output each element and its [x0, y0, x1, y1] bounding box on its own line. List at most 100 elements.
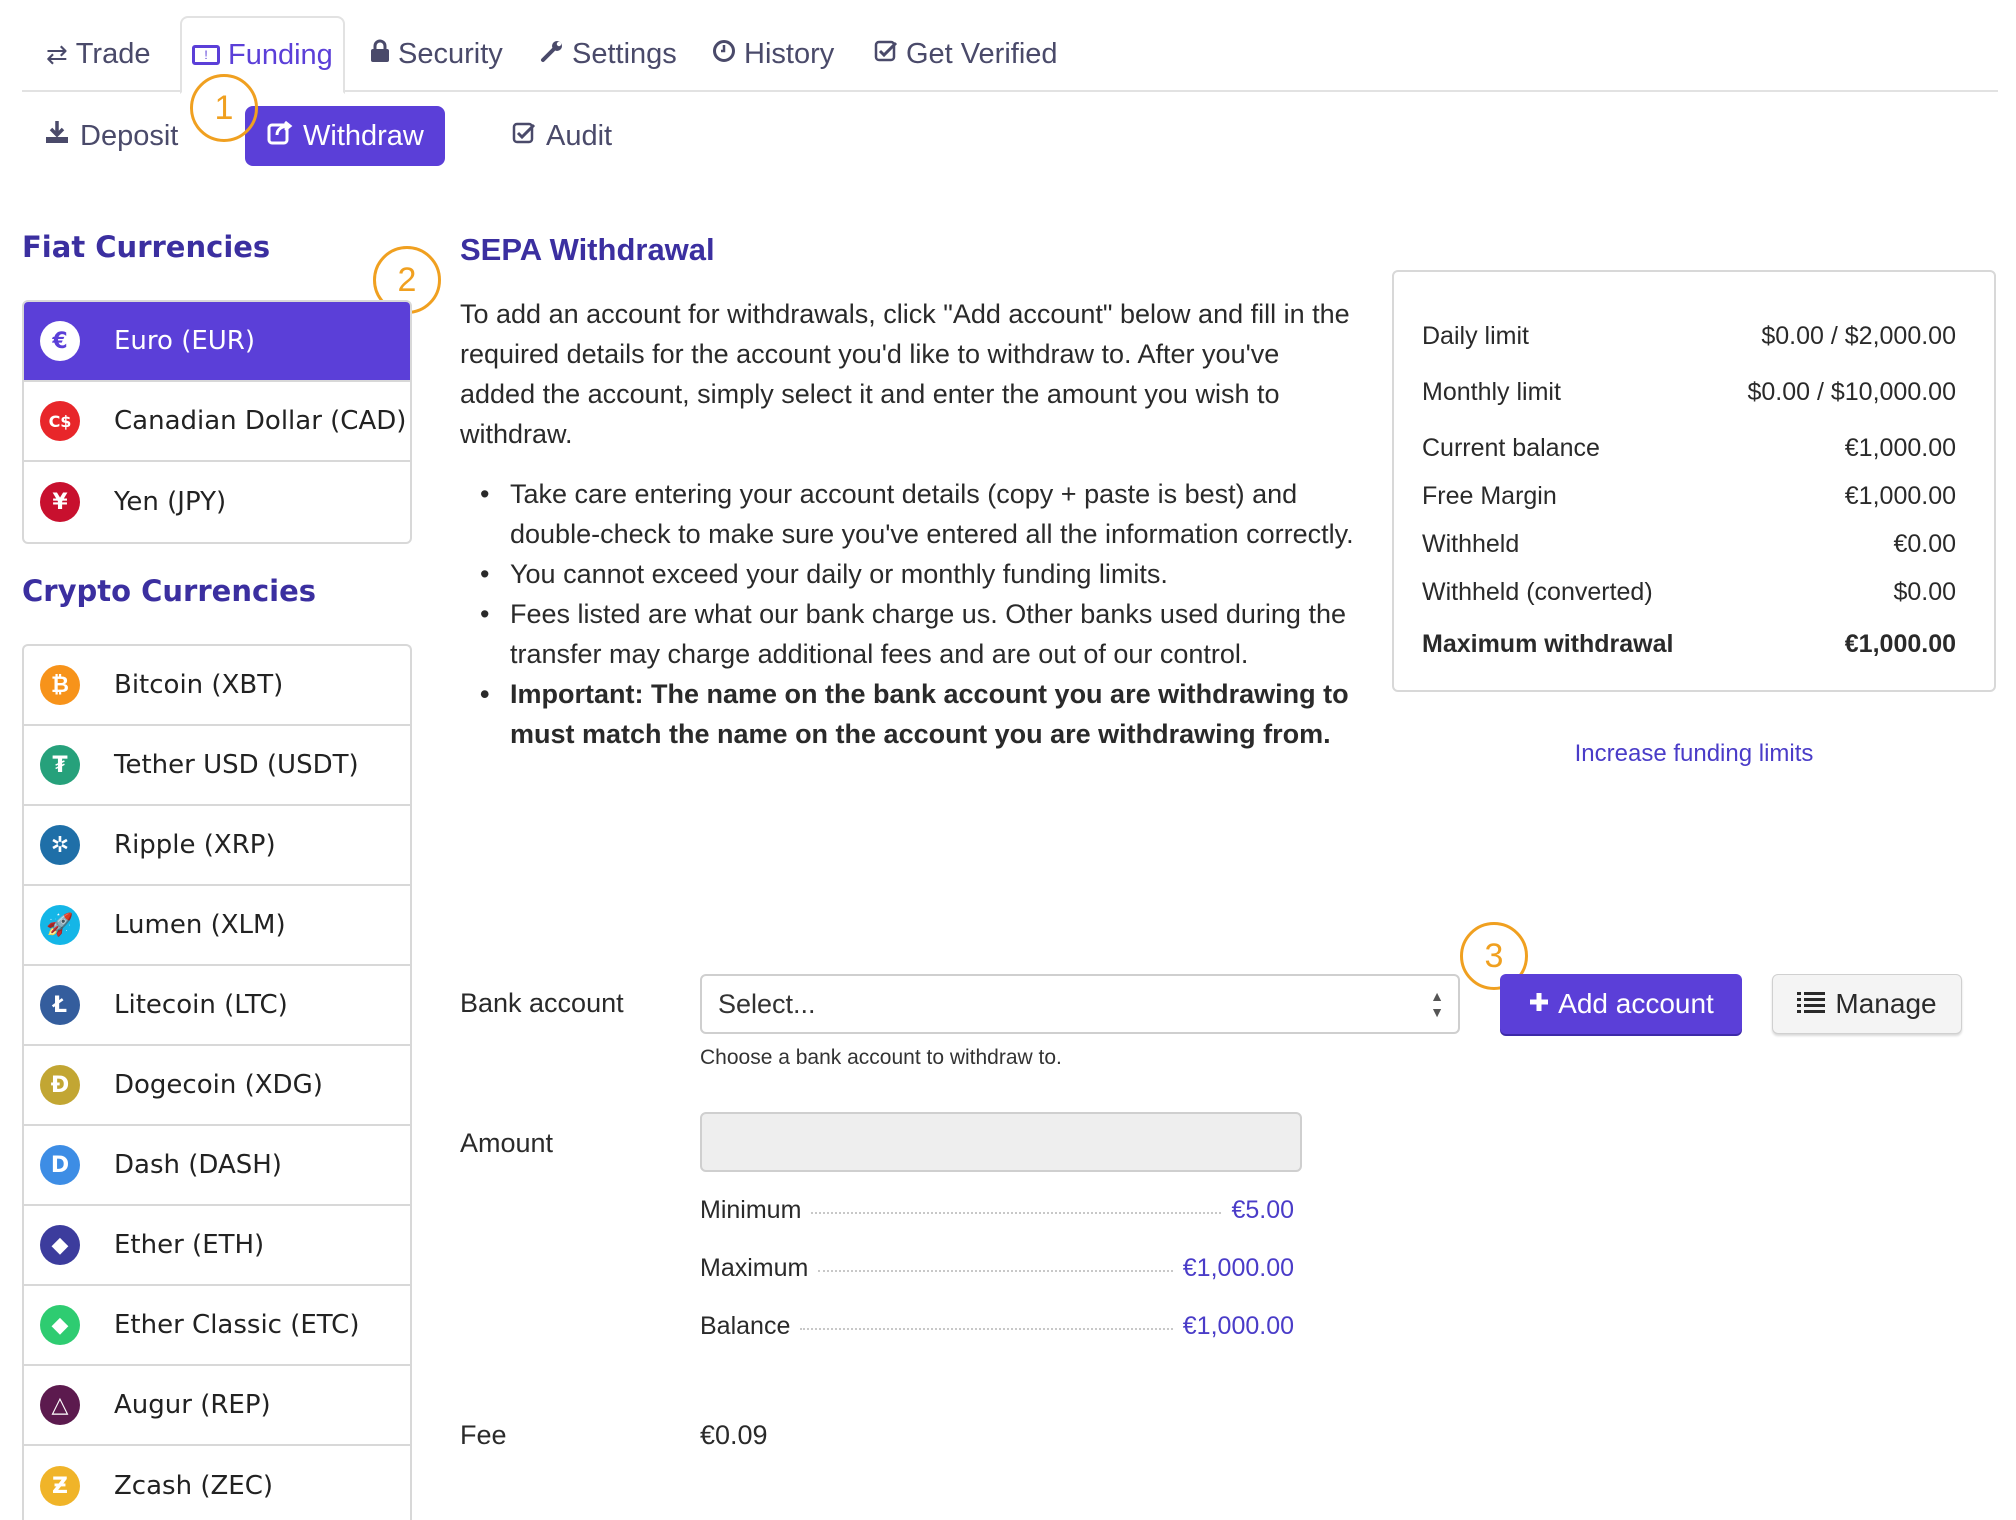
tab-label: Get Verified: [906, 37, 1058, 70]
currency-item[interactable]: ₿ Bitcoin (XBT): [24, 646, 410, 726]
amount-input[interactable]: [700, 1112, 1302, 1172]
currency-label: Bitcoin (XBT): [114, 670, 284, 700]
currency-label: Tether USD (USDT): [114, 750, 359, 780]
tab-trade[interactable]: ⇄ Trade: [36, 16, 160, 92]
download-icon: [44, 119, 70, 153]
currency-item[interactable]: Ð Dogecoin (XDG): [24, 1046, 410, 1126]
bank-account-help: Choose a bank account to withdraw to.: [700, 1046, 1062, 1069]
currency-item[interactable]: D Dash (DASH): [24, 1126, 410, 1206]
limit-label: Withheld: [1422, 529, 1520, 558]
increase-funding-limits-link[interactable]: Increase funding limits: [1392, 740, 1996, 768]
add-account-label: Add account: [1558, 988, 1714, 1019]
zcash-icon: Ƶ: [40, 1466, 80, 1506]
yen-icon: ¥: [40, 482, 80, 522]
limit-label: Daily limit: [1422, 321, 1529, 350]
important-notice: Important: The name on the bank account …: [480, 674, 1360, 754]
currency-item[interactable]: ¥ Yen (JPY): [24, 462, 410, 542]
limit-label: Maximum withdrawal: [1422, 629, 1674, 658]
tab-security[interactable]: Security: [360, 16, 513, 92]
stat-minimum: Minimum €5.00: [700, 1196, 1294, 1225]
instruction-item: Fees listed are what our bank charge us.…: [480, 594, 1360, 674]
stat-label: Minimum: [700, 1196, 802, 1224]
currency-item[interactable]: ◆ Ether (ETH): [24, 1206, 410, 1286]
currency-item[interactable]: Ł Litecoin (LTC): [24, 966, 410, 1046]
stat-maximum: Maximum €1,000.00: [700, 1254, 1294, 1283]
stat-label: Balance: [700, 1312, 791, 1340]
currency-item[interactable]: ◆ Ether Classic (ETC): [24, 1286, 410, 1366]
retweet-icon: ⇄: [46, 38, 68, 69]
augur-icon: △: [40, 1385, 80, 1425]
currency-label: Zcash (ZEC): [114, 1471, 274, 1501]
currency-item[interactable]: △ Augur (REP): [24, 1366, 410, 1446]
subtab-label: Deposit: [80, 119, 179, 152]
currency-item[interactable]: ✲ Ripple (XRP): [24, 806, 410, 886]
ethereum-classic-icon: ◆: [40, 1305, 80, 1345]
wrench-icon: [540, 39, 564, 70]
currency-item[interactable]: C$ Canadian Dollar (CAD): [24, 382, 410, 462]
crypto-currency-list: ₿ Bitcoin (XBT) ₮ Tether USD (USDT) ✲ Ripple …: [22, 644, 412, 1520]
currency-item[interactable]: Ƶ Zcash (ZEC): [24, 1446, 410, 1520]
limit-label: Monthly limit: [1422, 377, 1561, 406]
tab-settings[interactable]: Settings: [530, 16, 687, 92]
currency-label: Litecoin (LTC): [114, 990, 288, 1020]
bank-account-select[interactable]: Select... ▲ ▼: [700, 974, 1460, 1034]
currency-item[interactable]: € Euro (EUR): [24, 302, 410, 382]
limit-row-monthly: Monthly limit $0.00 / $10,000.00: [1422, 368, 1956, 416]
limit-row-withheld-converted: Withheld (converted) $0.00: [1422, 568, 1956, 616]
currency-label: Canadian Dollar (CAD): [114, 406, 407, 436]
lock-icon: [370, 39, 390, 70]
bank-account-label: Bank account: [460, 988, 624, 1018]
limit-row-withheld: Withheld €0.00: [1422, 520, 1956, 568]
top-nav: ⇄ Trade ! Funding Security Settings Hist…: [22, 16, 1998, 94]
add-account-button[interactable]: Add account: [1500, 974, 1742, 1034]
clock-icon: [712, 39, 736, 70]
share-icon: [267, 119, 293, 153]
annotation-marker-1: 1: [190, 74, 258, 142]
manage-button[interactable]: Manage: [1772, 974, 1962, 1034]
limit-value: €1,000.00: [1844, 481, 1956, 510]
tab-label: Security: [398, 37, 503, 70]
stat-value: €1,000.00: [1182, 1254, 1294, 1282]
fiat-currencies-heading: Fiat Currencies: [22, 230, 271, 264]
limit-row-maximum-withdrawal: Maximum withdrawal €1,000.00: [1422, 620, 1956, 668]
currency-label: Yen (JPY): [114, 487, 227, 517]
currency-label: Dogecoin (XDG): [114, 1070, 323, 1100]
tab-label: Trade: [75, 37, 151, 70]
subtab-withdraw[interactable]: Withdraw: [245, 106, 445, 166]
currency-label: Dash (DASH): [114, 1150, 282, 1180]
currency-label: Ether Classic (ETC): [114, 1310, 360, 1340]
stat-balance: Balance €1,000.00: [700, 1312, 1294, 1341]
instructions-list: Take care entering your account details …: [480, 474, 1360, 754]
select-value: Select...: [718, 988, 816, 1019]
tether-icon: ₮: [40, 745, 80, 785]
cad-icon: C$: [40, 401, 80, 441]
currency-label: Ripple (XRP): [114, 830, 276, 860]
subtab-audit[interactable]: Audit: [490, 106, 634, 166]
select-arrows-icon: ▲ ▼: [1430, 988, 1444, 1020]
limit-label: Current balance: [1422, 433, 1600, 462]
currency-label: Ether (ETH): [114, 1230, 265, 1260]
amount-label: Amount: [460, 1128, 554, 1158]
currency-item[interactable]: 🚀 Lumen (XLM): [24, 886, 410, 966]
tab-get-verified[interactable]: Get Verified: [864, 16, 1068, 92]
limit-label: Withheld (converted): [1422, 577, 1653, 606]
subtab-label: Withdraw: [303, 119, 424, 152]
fee-value: €0.09: [700, 1420, 768, 1450]
fee-label: Fee: [460, 1420, 507, 1450]
euro-icon: €: [40, 321, 80, 361]
limit-value: $0.00 / $2,000.00: [1761, 321, 1956, 350]
currency-label: Euro (EUR): [114, 326, 256, 356]
limit-row-free-margin: Free Margin €1,000.00: [1422, 472, 1956, 520]
subtab-deposit[interactable]: Deposit: [22, 106, 200, 166]
dotted-leader: [811, 1212, 1222, 1214]
ripple-icon: ✲: [40, 825, 80, 865]
manage-label: Manage: [1835, 988, 1937, 1019]
limit-value: €1,000.00: [1844, 629, 1956, 658]
currency-item[interactable]: ₮ Tether USD (USDT): [24, 726, 410, 806]
dotted-leader: [818, 1270, 1173, 1272]
stellar-rocket-icon: 🚀: [40, 905, 80, 945]
ethereum-icon: ◆: [40, 1225, 80, 1265]
limit-value: $0.00 / $10,000.00: [1747, 377, 1956, 406]
tab-history[interactable]: History: [702, 16, 844, 92]
currency-label: Augur (REP): [114, 1390, 271, 1420]
